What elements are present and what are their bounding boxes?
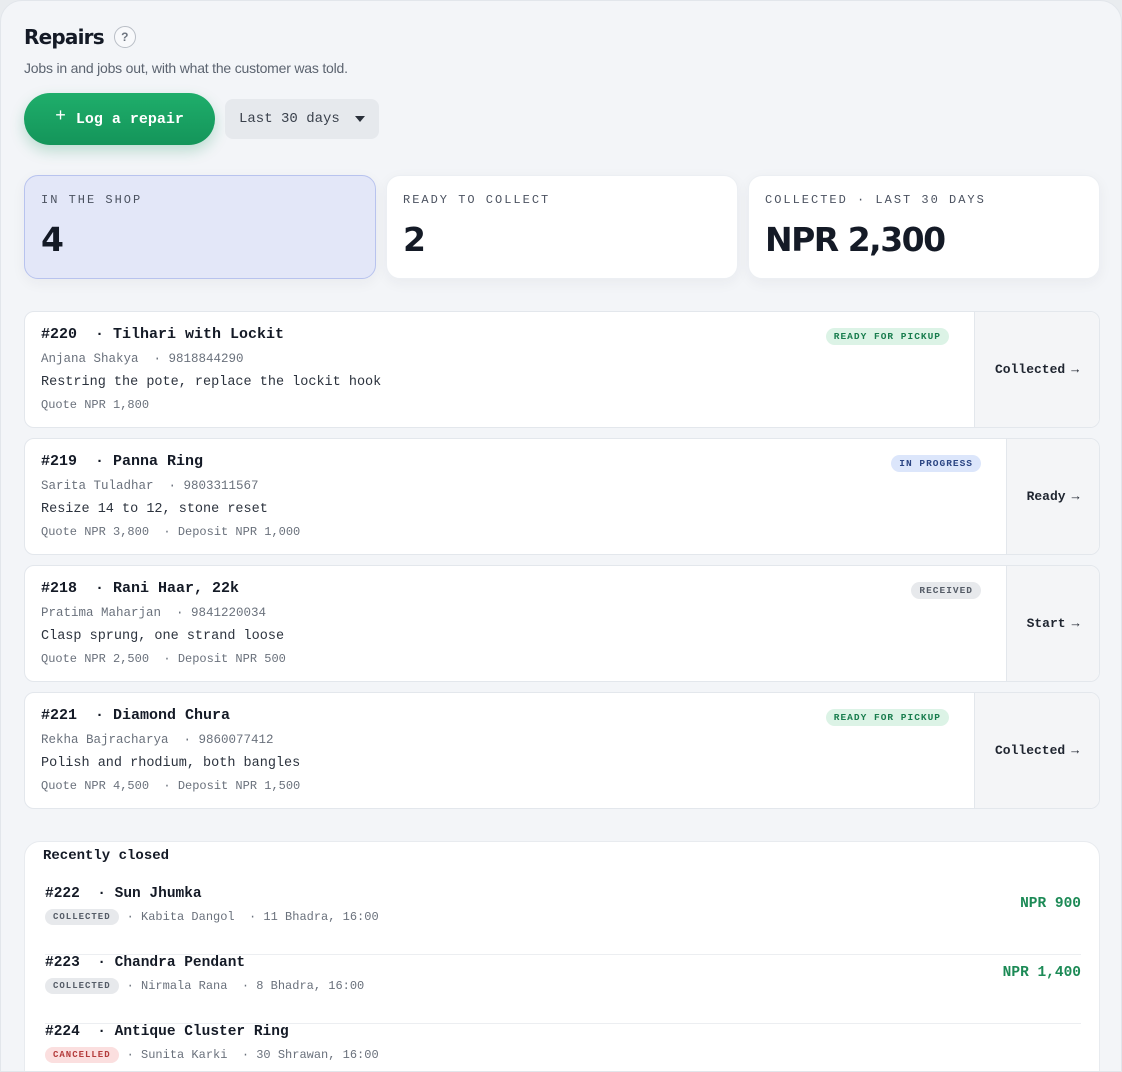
job-quote: Quote NPR 1,800 <box>41 398 150 412</box>
closed-job-title: #222 · Sun Jhumka <box>45 886 202 902</box>
arrow-right-icon: → <box>1071 489 1080 504</box>
section-heading: Recently closed <box>43 848 170 864</box>
job-title: #218 · Rani Haar, 22k <box>41 580 240 597</box>
arrow-right-icon: → <box>1071 616 1080 631</box>
closed-job-meta: COLLECTED · Kabita Dangol · 11 Bhadra, 1… <box>45 909 379 925</box>
stat-card-collected[interactable]: COLLECTED · LAST 30 DAYS NPR 2,300 <box>748 175 1100 279</box>
closed-job-details: · Sunita Karki · 30 Shrawan, 16:00 <box>126 1048 379 1062</box>
list-item[interactable]: #224 · Antique Cluster Ring CANCELLED · … <box>45 1024 1081 1071</box>
job-customer: Rekha Bajracharya · 9860077412 <box>41 733 274 747</box>
action-label: Start <box>1026 616 1066 631</box>
status-badge: COLLECTED <box>45 978 119 994</box>
mark-collected-button[interactable]: Collected → <box>974 693 1099 808</box>
job-customer: Pratima Maharjan · 9841220034 <box>41 606 267 620</box>
job-customer: Anjana Shakya · 9818844290 <box>41 352 244 366</box>
list-item[interactable]: #222 · Sun Jhumka COLLECTED · Kabita Dan… <box>45 886 1081 955</box>
page-title: Repairs <box>24 25 105 49</box>
plus-icon: + <box>55 107 66 127</box>
closed-job-amount: NPR 1,400 <box>1002 965 1081 981</box>
stat-card-in-shop[interactable]: IN THE SHOP 4 <box>24 175 376 279</box>
job-description: Resize 14 to 12, stone reset <box>41 502 268 517</box>
stat-label: READY TO COLLECT <box>403 193 551 207</box>
start-job-button[interactable]: Start → <box>1006 566 1099 681</box>
status-badge: IN PROGRESS <box>891 455 981 472</box>
status-badge: COLLECTED <box>45 909 119 925</box>
closed-job-meta: COLLECTED · Nirmala Rana · 8 Bhadra, 16:… <box>45 978 364 994</box>
job-title: #221 · Diamond Chura <box>41 707 231 724</box>
status-badge: READY FOR PICKUP <box>825 328 949 345</box>
job-card: #221 · Diamond Chura Rekha Bajracharya ·… <box>24 692 1100 809</box>
status-badge: CANCELLED <box>45 1047 119 1063</box>
closed-job-title: #223 · Chandra Pendant <box>45 955 246 971</box>
stat-value: 2 <box>403 220 426 259</box>
closed-job-details: · Kabita Dangol · 11 Bhadra, 16:00 <box>126 910 379 924</box>
period-select-value: Last 30 days <box>239 111 340 127</box>
job-description: Restring the pote, replace the lockit ho… <box>41 375 382 390</box>
stat-card-ready[interactable]: READY TO COLLECT 2 <box>386 175 738 279</box>
help-icon[interactable]: ? <box>113 26 136 48</box>
stat-label: COLLECTED · LAST 30 DAYS <box>765 193 986 207</box>
recently-closed-panel: Recently closed #222 · Sun Jhumka COLLEC… <box>24 841 1100 1071</box>
arrow-right-icon: → <box>1071 743 1080 758</box>
stat-value: 4 <box>41 220 64 259</box>
action-label: Ready <box>1026 489 1066 504</box>
job-description: Clasp sprung, one strand loose <box>41 629 285 644</box>
job-quote: Quote NPR 3,800 · Deposit NPR 1,000 <box>41 525 301 539</box>
stat-value: NPR 2,300 <box>765 220 946 259</box>
closed-job-title: #224 · Antique Cluster Ring <box>45 1024 289 1040</box>
stat-label: IN THE SHOP <box>41 193 143 207</box>
period-select[interactable]: Last 30 days <box>225 99 379 139</box>
job-card: #220 · Tilhari with Lockit Anjana Shakya… <box>24 311 1100 428</box>
list-item[interactable]: #223 · Chandra Pendant COLLECTED · Nirma… <box>45 955 1081 1024</box>
job-quote: Quote NPR 4,500 · Deposit NPR 1,500 <box>41 779 301 793</box>
mark-ready-button[interactable]: Ready → <box>1006 439 1099 554</box>
action-label: Collected <box>994 362 1066 377</box>
status-badge: RECEIVED <box>911 582 981 599</box>
log-repair-button[interactable]: + Log a repair <box>24 93 215 145</box>
page-subtitle: Jobs in and jobs out, with what the cust… <box>24 60 348 76</box>
job-title: #220 · Tilhari with Lockit <box>41 326 285 343</box>
arrow-right-icon: → <box>1071 362 1080 377</box>
job-description: Polish and rhodium, both bangles <box>41 756 301 771</box>
job-quote: Quote NPR 2,500 · Deposit NPR 500 <box>41 652 286 666</box>
action-label: Collected <box>994 743 1066 758</box>
chevron-down-icon <box>355 116 365 122</box>
job-card: #219 · Panna Ring Sarita Tuladhar · 9803… <box>24 438 1100 555</box>
job-title: #219 · Panna Ring <box>41 453 204 470</box>
header: Repairs ? <box>24 25 136 49</box>
status-badge: READY FOR PICKUP <box>825 709 949 726</box>
job-customer: Sarita Tuladhar · 9803311567 <box>41 479 259 493</box>
job-card: #218 · Rani Haar, 22k Pratima Maharjan ·… <box>24 565 1100 682</box>
closed-job-meta: CANCELLED · Sunita Karki · 30 Shrawan, 1… <box>45 1047 379 1063</box>
repairs-page: Repairs ? Jobs in and jobs out, with wha… <box>0 0 1122 1072</box>
mark-collected-button[interactable]: Collected → <box>974 312 1099 427</box>
closed-job-details: · Nirmala Rana · 8 Bhadra, 16:00 <box>126 979 365 993</box>
closed-job-amount: NPR 900 <box>1020 896 1081 912</box>
log-repair-label: Log a repair <box>75 110 184 128</box>
